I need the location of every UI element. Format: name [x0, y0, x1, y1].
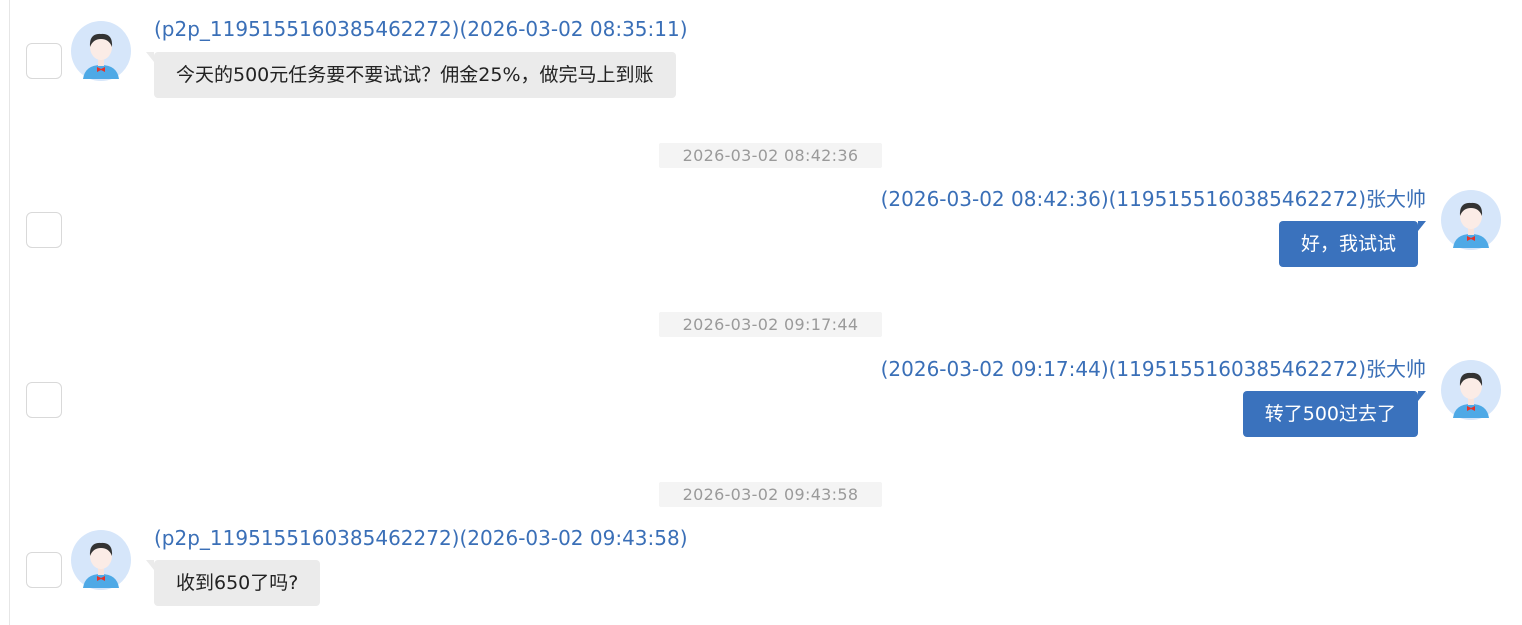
message-bubble: 好，我试试 [1278, 221, 1427, 267]
message-select-checkbox[interactable] [26, 43, 62, 79]
user-avatar-icon [1441, 190, 1501, 250]
timestamp-divider: 2026-03-02 09:17:44 [659, 312, 882, 337]
message-select-checkbox[interactable] [26, 382, 62, 418]
message-bubble: 今天的500元任务要不要试试？佣金25%，做完马上到账 [146, 52, 676, 98]
message-bubble: 收到650了吗? [145, 560, 321, 606]
message-sender-meta: (2026-03-02 08:42:36)(119515516038546227… [880, 187, 1426, 211]
timestamp-divider: 2026-03-02 08:42:36 [659, 143, 882, 168]
message-sender-meta: (p2p_1195155160385462272)(2026-03-02 09:… [154, 526, 688, 550]
user-avatar-icon [71, 530, 131, 590]
timestamp-divider: 2026-03-02 09:43:58 [659, 482, 882, 507]
message-sender-meta: (p2p_1195155160385462272)(2026-03-02 08:… [154, 17, 688, 41]
message-select-checkbox[interactable] [26, 212, 62, 248]
message-select-checkbox[interactable] [26, 552, 62, 588]
left-divider-line [9, 0, 10, 625]
user-avatar-icon [1441, 360, 1501, 420]
message-bubble: 转了500过去了 [1242, 391, 1427, 437]
message-sender-meta: (2026-03-02 09:17:44)(119515516038546227… [880, 357, 1426, 381]
user-avatar-icon [71, 21, 131, 81]
